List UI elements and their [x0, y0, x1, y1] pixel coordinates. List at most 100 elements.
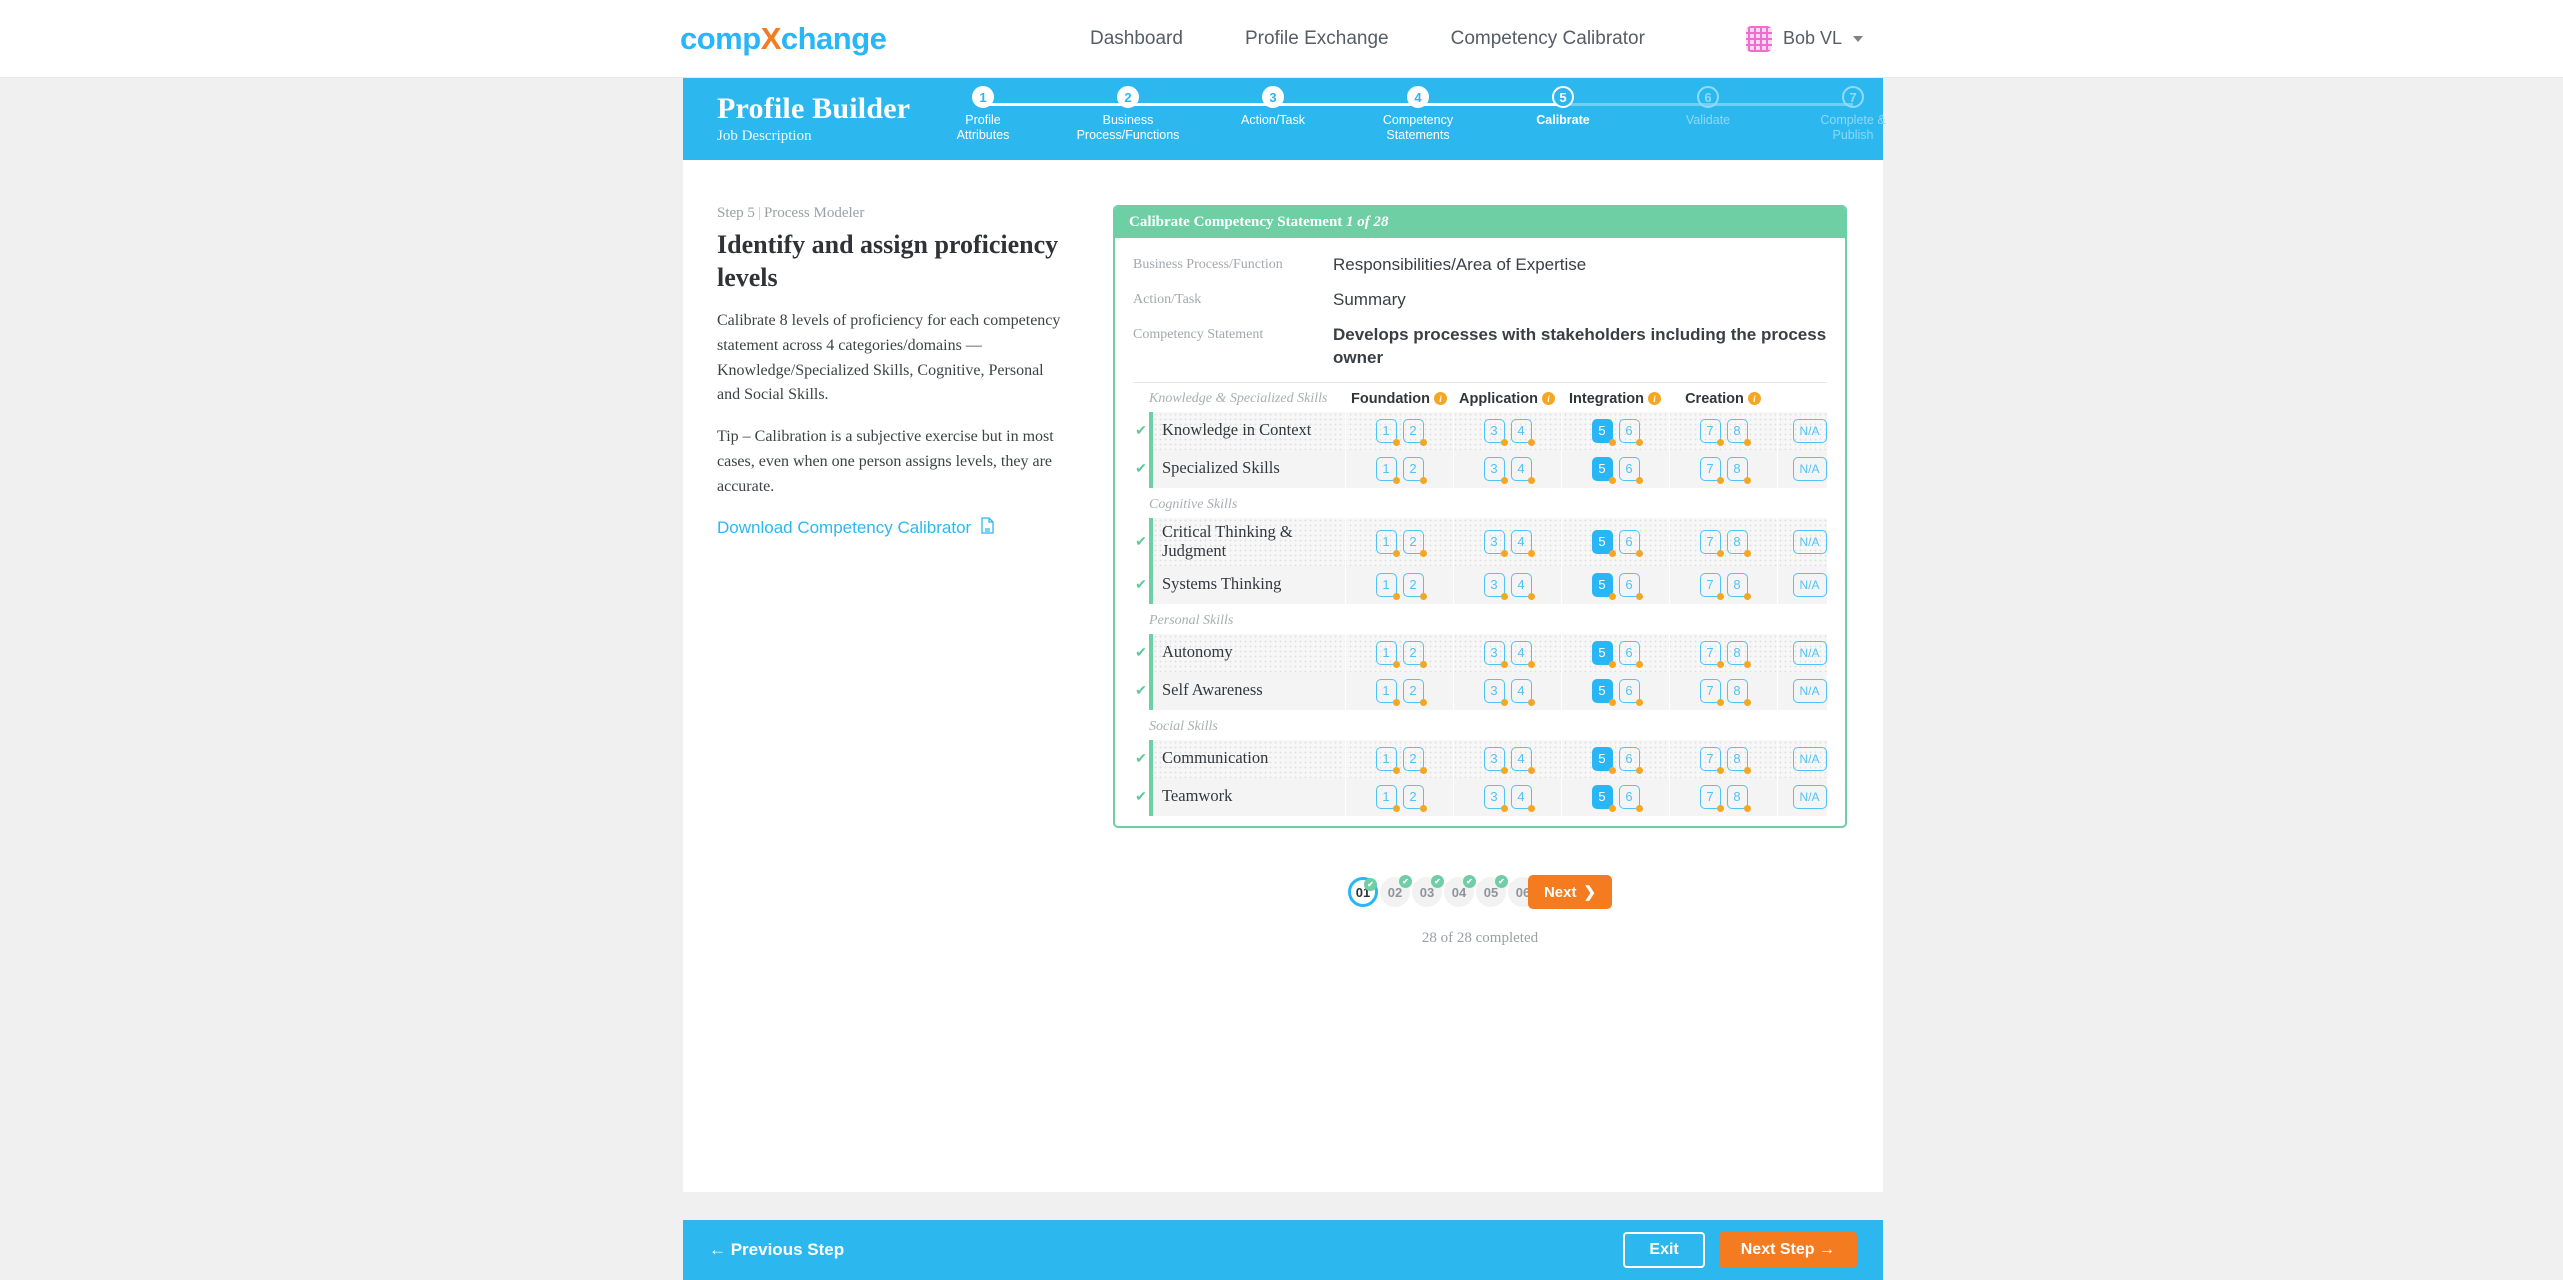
level-button-8[interactable]: 8 [1726, 640, 1751, 668]
pagination-page-04[interactable]: 04 ✔ [1443, 875, 1476, 907]
level-button-7[interactable]: 7 [1699, 678, 1724, 706]
level-button-7[interactable]: 7 [1699, 418, 1724, 446]
level-button-1[interactable]: 1 [1375, 572, 1400, 600]
stepper-item-6[interactable]: 6 Validate [1653, 86, 1763, 128]
level-note-dot-icon[interactable] [1392, 476, 1400, 484]
level-button-6[interactable]: 6 [1618, 640, 1643, 668]
info-icon[interactable]: i [1541, 392, 1555, 406]
level-note-dot-icon[interactable] [1743, 592, 1751, 600]
level-button-5[interactable]: 5 [1591, 572, 1616, 600]
level-button-7[interactable]: 7 [1699, 784, 1724, 812]
level-note-dot-icon[interactable] [1608, 698, 1616, 706]
level-button-3[interactable]: 3 [1483, 529, 1508, 557]
level-note-dot-icon[interactable] [1392, 698, 1400, 706]
stepper-item-1[interactable]: 1 Profile Attributes [928, 86, 1038, 143]
pagination-page-05[interactable]: 05 ✔ [1475, 875, 1508, 907]
level-note-dot-icon[interactable] [1716, 549, 1724, 557]
level-note-dot-icon[interactable] [1419, 766, 1427, 774]
pagination-page-03[interactable]: 03 ✔ [1411, 875, 1444, 907]
level-note-dot-icon[interactable] [1419, 549, 1427, 557]
level-button-1[interactable]: 1 [1375, 784, 1400, 812]
level-note-dot-icon[interactable] [1635, 549, 1643, 557]
level-note-dot-icon[interactable] [1527, 438, 1535, 446]
level-note-dot-icon[interactable] [1716, 476, 1724, 484]
level-button-7[interactable]: 7 [1699, 572, 1724, 600]
level-button-4[interactable]: 4 [1510, 456, 1535, 484]
level-button-3[interactable]: 3 [1483, 640, 1508, 668]
level-button-2[interactable]: 2 [1402, 640, 1427, 668]
level-note-dot-icon[interactable] [1608, 804, 1616, 812]
info-icon[interactable]: i [1433, 392, 1447, 406]
level-note-dot-icon[interactable] [1392, 549, 1400, 557]
level-button-6[interactable]: 6 [1618, 456, 1643, 484]
level-button-4[interactable]: 4 [1510, 529, 1535, 557]
level-note-dot-icon[interactable] [1608, 766, 1616, 774]
level-button-na[interactable]: N/A [1792, 746, 1827, 771]
level-note-dot-icon[interactable] [1527, 804, 1535, 812]
level-button-6[interactable]: 6 [1618, 529, 1643, 557]
level-note-dot-icon[interactable] [1716, 698, 1724, 706]
level-button-4[interactable]: 4 [1510, 572, 1535, 600]
level-button-na[interactable]: N/A [1792, 529, 1827, 554]
level-note-dot-icon[interactable] [1608, 660, 1616, 668]
level-button-5[interactable]: 5 [1591, 784, 1616, 812]
level-button-1[interactable]: 1 [1375, 678, 1400, 706]
level-button-4[interactable]: 4 [1510, 784, 1535, 812]
level-button-6[interactable]: 6 [1618, 572, 1643, 600]
pagination-next-button[interactable]: Next ❯ [1527, 875, 1613, 909]
nav-item-competency-calibrator[interactable]: Competency Calibrator [1451, 28, 1645, 50]
level-button-5[interactable]: 5 [1591, 640, 1616, 668]
level-button-4[interactable]: 4 [1510, 678, 1535, 706]
level-note-dot-icon[interactable] [1527, 766, 1535, 774]
level-button-5[interactable]: 5 [1591, 456, 1616, 484]
level-note-dot-icon[interactable] [1500, 549, 1508, 557]
level-note-dot-icon[interactable] [1419, 698, 1427, 706]
level-button-6[interactable]: 6 [1618, 746, 1643, 774]
level-button-6[interactable]: 6 [1618, 784, 1643, 812]
nav-item-profile-exchange[interactable]: Profile Exchange [1245, 28, 1389, 50]
level-button-1[interactable]: 1 [1375, 746, 1400, 774]
level-note-dot-icon[interactable] [1716, 592, 1724, 600]
level-button-1[interactable]: 1 [1375, 640, 1400, 668]
level-button-5[interactable]: 5 [1591, 529, 1616, 557]
level-note-dot-icon[interactable] [1500, 660, 1508, 668]
level-button-na[interactable]: N/A [1792, 784, 1827, 809]
level-note-dot-icon[interactable] [1635, 698, 1643, 706]
level-button-na[interactable]: N/A [1792, 456, 1827, 481]
level-button-3[interactable]: 3 [1483, 784, 1508, 812]
level-note-dot-icon[interactable] [1527, 660, 1535, 668]
level-button-8[interactable]: 8 [1726, 572, 1751, 600]
level-note-dot-icon[interactable] [1419, 476, 1427, 484]
level-button-6[interactable]: 6 [1618, 678, 1643, 706]
level-note-dot-icon[interactable] [1635, 592, 1643, 600]
level-button-2[interactable]: 2 [1402, 746, 1427, 774]
level-note-dot-icon[interactable] [1743, 660, 1751, 668]
level-button-3[interactable]: 3 [1483, 418, 1508, 446]
level-note-dot-icon[interactable] [1392, 660, 1400, 668]
level-button-1[interactable]: 1 [1375, 418, 1400, 446]
user-menu[interactable]: Bob VL [1745, 25, 1863, 52]
level-note-dot-icon[interactable] [1527, 592, 1535, 600]
level-note-dot-icon[interactable] [1716, 766, 1724, 774]
level-button-7[interactable]: 7 [1699, 640, 1724, 668]
exit-button[interactable]: Exit [1623, 1232, 1705, 1268]
level-note-dot-icon[interactable] [1419, 438, 1427, 446]
level-note-dot-icon[interactable] [1743, 804, 1751, 812]
level-note-dot-icon[interactable] [1500, 438, 1508, 446]
level-note-dot-icon[interactable] [1743, 438, 1751, 446]
stepper-item-3[interactable]: 3 Action/Task [1218, 86, 1328, 128]
level-note-dot-icon[interactable] [1743, 766, 1751, 774]
level-note-dot-icon[interactable] [1716, 660, 1724, 668]
stepper-item-4[interactable]: 4 Competency Statements [1363, 86, 1473, 143]
level-note-dot-icon[interactable] [1500, 766, 1508, 774]
level-button-1[interactable]: 1 [1375, 529, 1400, 557]
level-button-4[interactable]: 4 [1510, 640, 1535, 668]
level-button-3[interactable]: 3 [1483, 572, 1508, 600]
level-button-1[interactable]: 1 [1375, 456, 1400, 484]
level-button-2[interactable]: 2 [1402, 456, 1427, 484]
level-button-5[interactable]: 5 [1591, 678, 1616, 706]
download-competency-calibrator-link[interactable]: Download Competency Calibrator [717, 516, 995, 539]
level-button-2[interactable]: 2 [1402, 678, 1427, 706]
level-button-7[interactable]: 7 [1699, 456, 1724, 484]
level-button-5[interactable]: 5 [1591, 418, 1616, 446]
